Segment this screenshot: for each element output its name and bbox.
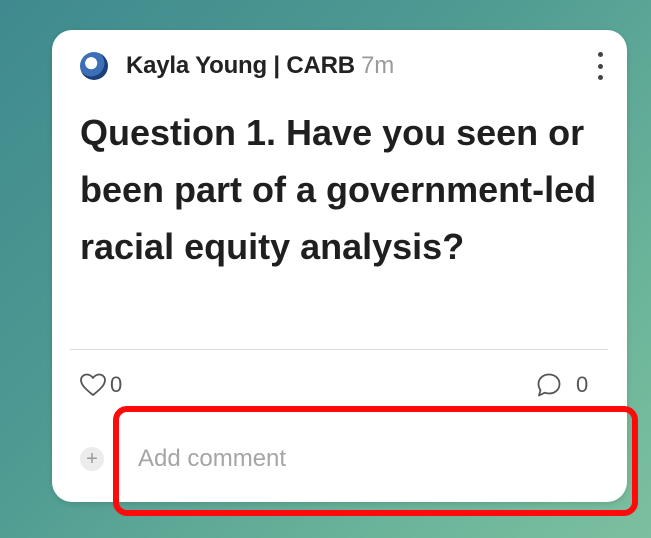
comment-count: 0 — [576, 372, 589, 397]
more-options-icon[interactable] — [595, 52, 605, 80]
kebab-dot — [597, 75, 603, 80]
add-comment-row: + — [80, 445, 538, 473]
heart-icon — [80, 373, 106, 396]
avatar[interactable] — [80, 52, 108, 80]
comment-count-button[interactable]: 0 — [536, 372, 588, 398]
kebab-dot — [597, 63, 603, 69]
add-comment-input[interactable] — [138, 445, 538, 473]
kebab-dot — [597, 52, 603, 57]
like-count: 0 — [110, 372, 123, 397]
divider — [70, 349, 608, 350]
post-card: Kayla Young | CARB 7m Question 1. Have y… — [52, 30, 627, 502]
post-time: 7m — [360, 52, 395, 79]
like-button[interactable]: 0 — [80, 372, 122, 398]
speech-bubble-icon — [537, 373, 561, 397]
post-header: Kayla Young | CARB 7m — [80, 52, 394, 80]
post-question: Question 1. Have you seen or been part o… — [80, 112, 597, 267]
plus-icon[interactable]: + — [80, 447, 104, 471]
author-name[interactable]: Kayla Young | CARB — [126, 52, 355, 80]
